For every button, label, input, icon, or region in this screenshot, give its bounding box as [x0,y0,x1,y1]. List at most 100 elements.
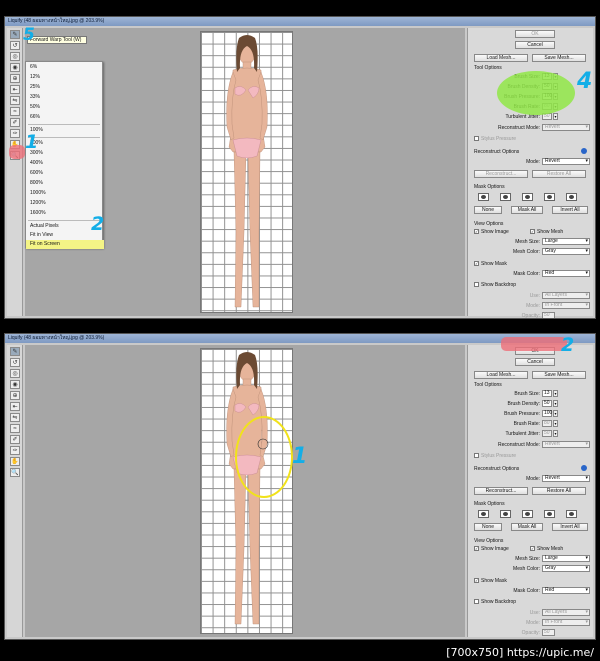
backdrop-use-select[interactable]: All Layers [542,292,590,299]
reconstruct-mode-select[interactable]: Revert [542,441,590,448]
mask-replace-icon[interactable] [478,510,489,518]
backdrop-use-select[interactable]: All Layers [542,609,590,616]
zoom-menu-item-fit-on-screen[interactable]: Fit on Screen [26,240,104,249]
reconstruct-button[interactable]: Reconstruct... [474,170,528,178]
mask-none-button[interactable]: None [474,523,502,531]
turbulence-tool-icon[interactable]: ≈ [10,107,20,116]
reconstruct-button[interactable]: Reconstruct... [474,487,528,495]
forward-warp-tool-icon[interactable]: ✎ [10,347,20,356]
restore-all-button[interactable]: Restore All [532,487,586,495]
show-backdrop-checkbox[interactable] [474,599,479,604]
backdrop-mode-select[interactable]: In Front [542,619,590,626]
twirl-tool-icon[interactable]: ◎ [10,369,20,378]
mirror-tool-icon[interactable]: ⇋ [10,413,20,422]
show-backdrop-checkbox[interactable] [474,282,479,287]
reconstruct-options-mode-select[interactable]: Revert [542,475,590,482]
show-mask-checkbox[interactable]: ✓ [474,578,479,583]
zoom-menu-item[interactable]: 1200% [26,199,104,208]
brush-rate-dropdown-icon[interactable]: ▾ [553,420,558,427]
pucker-tool-icon[interactable]: ◉ [10,380,20,389]
turbulence-tool-icon[interactable]: ≈ [10,424,20,433]
twirl-tool-icon[interactable]: ◎ [10,52,20,61]
mesh-document[interactable] [200,31,293,313]
zoom-menu-item[interactable]: 600% [26,169,104,178]
show-mask-checkbox[interactable]: ✓ [474,261,479,266]
turbulent-jitter-dropdown-icon[interactable]: ▾ [553,430,558,437]
info-icon[interactable] [581,148,587,154]
invert-all-button[interactable]: Invert All [552,206,588,214]
save-mesh-button[interactable]: Save Mesh... [532,54,586,62]
mesh-size-select[interactable]: Large [542,555,590,562]
mask-all-button[interactable]: Mask All [511,206,543,214]
hand-tool-icon[interactable]: ✋ [10,457,20,466]
freeze-mask-tool-icon[interactable]: ✐ [10,118,20,127]
bloat-tool-icon[interactable]: ⊕ [10,391,20,400]
mask-invert-icon[interactable] [566,510,577,518]
mask-all-button[interactable]: Mask All [511,523,543,531]
backdrop-mode-select[interactable]: In Front [542,302,590,309]
brush-size-input[interactable]: 13 [542,390,552,397]
mesh-color-select[interactable]: Gray [542,248,590,255]
brush-density-input[interactable]: 50 [542,400,552,407]
mirror-tool-icon[interactable]: ⇋ [10,96,20,105]
cancel-button[interactable]: Cancel [515,41,555,49]
mask-intersect-icon[interactable] [544,193,555,201]
mask-color-select[interactable]: Red [542,587,590,594]
pucker-tool-icon[interactable]: ◉ [10,63,20,72]
mesh-size-select[interactable]: Large [542,238,590,245]
invert-all-button[interactable]: Invert All [552,523,588,531]
brush-density-dropdown-icon[interactable]: ▾ [553,400,558,407]
backdrop-opacity-input[interactable]: 50 [542,312,555,318]
reconstruct-tool-icon[interactable]: ↺ [10,358,20,367]
load-mesh-button[interactable]: Load Mesh... [474,54,528,62]
bloat-tool-icon[interactable]: ⊕ [10,74,20,83]
show-image-checkbox[interactable]: ✓ [474,546,479,551]
brush-rate-input[interactable]: 80 [542,420,552,427]
mask-add-icon[interactable] [500,193,511,201]
mask-color-select[interactable]: Red [542,270,590,277]
show-mesh-checkbox[interactable]: ✓ [530,546,535,551]
zoom-menu-item[interactable]: 800% [26,179,104,188]
info-icon[interactable] [581,465,587,471]
thaw-mask-tool-icon[interactable]: ✑ [10,446,20,455]
forward-warp-tool-icon[interactable]: ✎ [10,30,20,39]
zoom-menu-item[interactable]: 33% [26,93,104,102]
mesh-color-select[interactable]: Gray [542,565,590,572]
freeze-mask-tool-icon[interactable]: ✐ [10,435,20,444]
brush-pressure-input[interactable]: 100 [542,410,552,417]
preview-canvas[interactable] [25,345,465,637]
push-left-tool-icon[interactable]: ⇤ [10,85,20,94]
mask-none-button[interactable]: None [474,206,502,214]
stylus-pressure-checkbox[interactable] [474,136,479,141]
show-mesh-checkbox[interactable]: ✓ [530,229,535,234]
ok-button[interactable]: OK [515,30,555,38]
zoom-tool-icon[interactable]: 🔍 [10,468,20,477]
zoom-menu-item[interactable]: 6% [26,63,104,72]
zoom-menu-item[interactable]: 66% [26,113,104,122]
zoom-menu-item[interactable]: 50% [26,103,104,112]
brush-size-dropdown-icon[interactable]: ▾ [553,390,558,397]
push-left-tool-icon[interactable]: ⇤ [10,402,20,411]
load-mesh-button[interactable]: Load Mesh... [474,371,528,379]
zoom-menu-item[interactable]: 12% [26,73,104,82]
reconstruct-tool-icon[interactable]: ↺ [10,41,20,50]
mask-subtract-icon[interactable] [522,510,533,518]
zoom-menu-item[interactable]: 400% [26,159,104,168]
mask-invert-icon[interactable] [566,193,577,201]
stylus-pressure-checkbox[interactable] [474,453,479,458]
mask-add-icon[interactable] [500,510,511,518]
turbulent-jitter-dropdown-icon[interactable]: ▾ [553,113,558,120]
show-image-checkbox[interactable]: ✓ [474,229,479,234]
turbulent-jitter-input[interactable]: 50 [542,430,552,437]
mask-subtract-icon[interactable] [522,193,533,201]
zoom-menu-item[interactable]: 1000% [26,189,104,198]
reconstruct-mode-select[interactable]: Revert [542,124,590,131]
mask-replace-icon[interactable] [478,193,489,201]
reconstruct-options-mode-select[interactable]: Revert [542,158,590,165]
mask-intersect-icon[interactable] [544,510,555,518]
thaw-mask-tool-icon[interactable]: ✑ [10,129,20,138]
zoom-menu-item[interactable]: 25% [26,83,104,92]
restore-all-button[interactable]: Restore All [532,170,586,178]
cancel-button[interactable]: Cancel [515,358,555,366]
backdrop-opacity-input[interactable]: 50 [542,629,555,636]
